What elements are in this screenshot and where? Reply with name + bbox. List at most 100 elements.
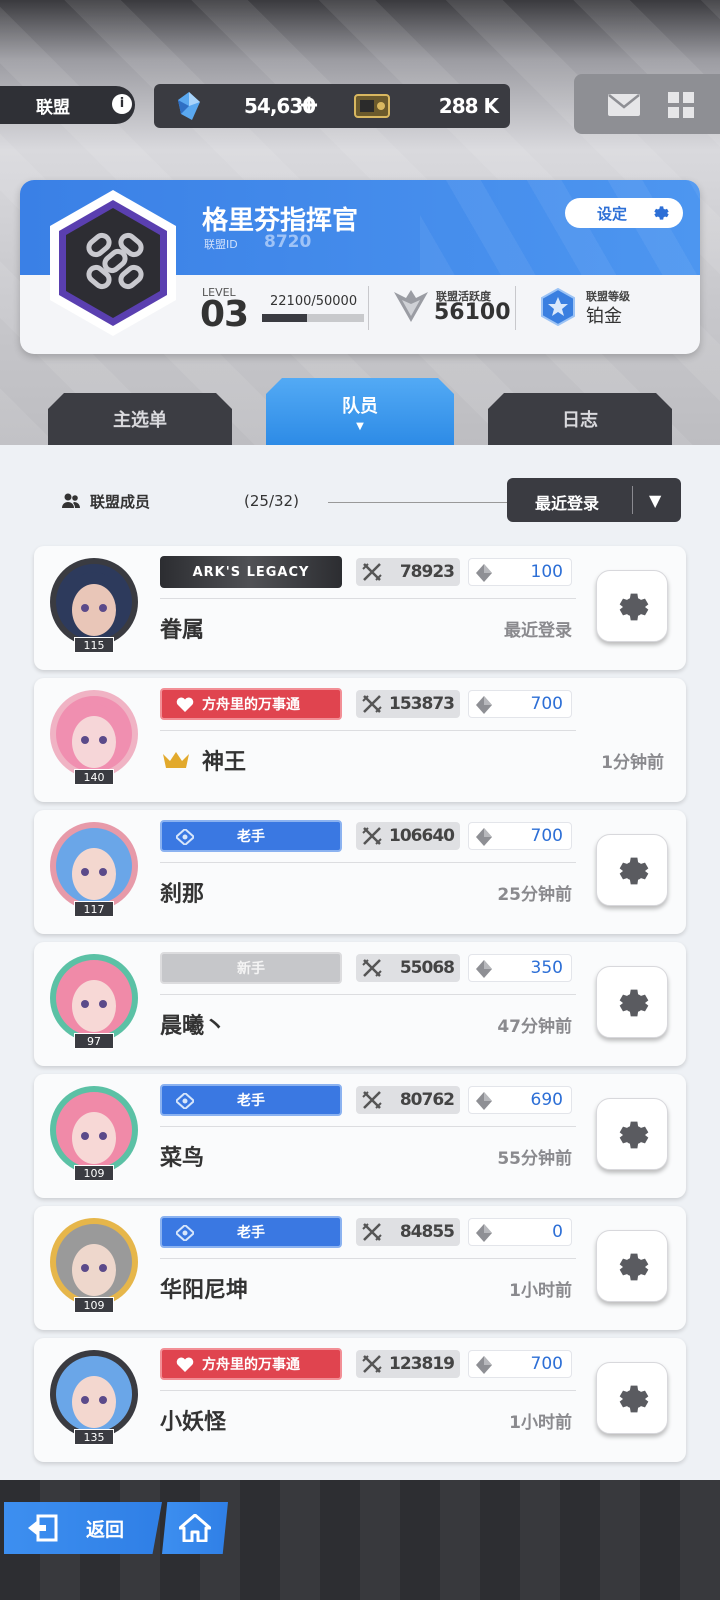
divider [160, 598, 576, 599]
alliance-id: 8720 [264, 232, 312, 252]
crossed-swords-icon [362, 695, 382, 713]
sort-dropdown[interactable]: 最近登录 ▼ [507, 478, 681, 522]
diamond-icon [476, 564, 492, 582]
combat-power: 78923 [356, 558, 460, 586]
activity-value: 56100 [434, 300, 511, 325]
mail-icon[interactable] [608, 94, 640, 116]
crown-icon [163, 752, 189, 768]
member-title-tag: 老手 [160, 1216, 342, 1248]
heart-icon [176, 697, 194, 712]
member-settings-button[interactable] [596, 966, 668, 1038]
member-level-badge: 115 [74, 637, 114, 653]
heart-icon [176, 1357, 194, 1372]
combat-power-value: 55068 [399, 958, 455, 978]
member-card[interactable]: 135 方舟里的万事通 123819 700 小妖怪 1小时前 [34, 1338, 686, 1462]
activity-wings-icon [394, 290, 428, 322]
member-card[interactable]: 97 新手 55068 350 晨曦丶 47分钟前 [34, 942, 686, 1066]
contribution: 700 [468, 822, 572, 850]
member-settings-button[interactable] [596, 1362, 668, 1434]
home-button[interactable] [162, 1502, 228, 1554]
combat-power: 84855 [356, 1218, 460, 1246]
members-label: 联盟成员 [90, 492, 151, 511]
alliance-id-label: 联盟ID [204, 238, 238, 251]
member-level-badge: 109 [74, 1165, 114, 1181]
member-name: 晨曦丶 [160, 1014, 227, 1039]
last-login-time: 1分钟前 [601, 753, 664, 773]
tag-label: 老手 [237, 829, 265, 845]
tab-main-menu[interactable]: 主选单 [48, 393, 232, 445]
member-card[interactable]: 109 老手 80762 690 菜鸟 55分钟前 [34, 1074, 686, 1198]
member-settings-button[interactable] [596, 570, 668, 642]
member-card[interactable]: 117 老手 106640 700 刹那 25分钟前 [34, 810, 686, 934]
menu-grid-icon[interactable] [668, 92, 694, 118]
contribution-value: 700 [530, 694, 563, 714]
last-login-time: 最近登录 [504, 621, 572, 641]
sort-label: 最近登录 [535, 494, 600, 513]
alliance-profile-card: 格里芬指挥官 联盟ID 8720 设定 LEVEL 03 22100/50000… [20, 180, 700, 354]
member-card[interactable]: 109 老手 84855 0 华阳尼坤 1小时前 [34, 1206, 686, 1330]
divider [632, 486, 633, 514]
dropdown-caret-icon: ▼ [649, 491, 662, 510]
currency-bar: 54,630 + 288 K [154, 84, 510, 128]
member-title-tag: 方舟里的万事通 [160, 1348, 342, 1380]
exp-progress-bar [262, 314, 364, 322]
contribution-value: 350 [530, 958, 563, 978]
diamond-icon [476, 1224, 492, 1242]
tab-log[interactable]: 日志 [488, 393, 672, 445]
tab-label: 主选单 [113, 410, 167, 431]
divider [160, 1390, 576, 1391]
tag-label: 方舟里的万事通 [202, 697, 300, 713]
combat-power-value: 123819 [389, 1354, 455, 1374]
last-login-time: 25分钟前 [497, 885, 572, 905]
diamond-icon [476, 1356, 492, 1374]
diamond-emblem-icon [176, 1225, 194, 1241]
member-card[interactable]: 115 ARK'S LEGACY 78923 100 眷属 最近登录 [34, 546, 686, 670]
crossed-swords-icon [362, 959, 382, 977]
ticket-amount: 288 K [438, 94, 499, 118]
combat-power-value: 84855 [399, 1222, 455, 1242]
diamond-emblem-icon [176, 1093, 194, 1109]
crystal-icon [178, 92, 200, 120]
info-icon[interactable]: i [112, 94, 132, 114]
contribution: 0 [468, 1218, 572, 1246]
member-level-badge: 109 [74, 1297, 114, 1313]
back-button[interactable]: 返回 [4, 1502, 162, 1554]
diamond-icon [476, 828, 492, 846]
member-settings-button[interactable] [596, 1098, 668, 1170]
member-level-badge: 117 [74, 901, 114, 917]
gear-icon [654, 206, 669, 220]
last-login-time: 1小时前 [509, 1413, 572, 1433]
tag-label: 新手 [237, 961, 265, 977]
gear-icon [619, 1121, 649, 1149]
combat-power-value: 106640 [389, 826, 455, 846]
gear-icon [619, 1385, 649, 1413]
settings-label: 设定 [597, 204, 628, 223]
tab-members[interactable]: 队员 ▼ [266, 378, 454, 445]
member-card[interactable]: 140 方舟里的万事通 153873 700 神王 1分钟前 [34, 678, 686, 802]
contribution-value: 100 [530, 562, 563, 582]
people-icon [62, 493, 80, 508]
contribution-value: 700 [530, 826, 563, 846]
alliance-emblem [50, 190, 176, 336]
member-level-badge: 135 [74, 1429, 114, 1445]
member-title-tag: ARK'S LEGACY [160, 556, 342, 588]
contribution: 350 [468, 954, 572, 982]
member-settings-button[interactable] [596, 1230, 668, 1302]
combat-power: 123819 [356, 1350, 460, 1378]
member-name: 神王 [202, 750, 247, 775]
settings-button[interactable]: 设定 [565, 198, 683, 228]
contribution: 690 [468, 1086, 572, 1114]
combat-power-value: 78923 [399, 562, 455, 582]
add-crystal-button[interactable]: + [298, 90, 320, 120]
gear-icon [619, 989, 649, 1017]
members-header: 联盟成员 [62, 490, 150, 512]
tab-active-indicator-icon: ▼ [356, 420, 364, 432]
divider [160, 862, 576, 863]
ticket-icon [354, 94, 390, 118]
member-name: 华阳尼坤 [160, 1278, 249, 1303]
level-value: 03 [200, 294, 249, 335]
member-name: 菜鸟 [160, 1146, 205, 1171]
member-name: 眷属 [160, 618, 205, 643]
member-settings-button[interactable] [596, 834, 668, 906]
member-name: 刹那 [160, 882, 205, 907]
